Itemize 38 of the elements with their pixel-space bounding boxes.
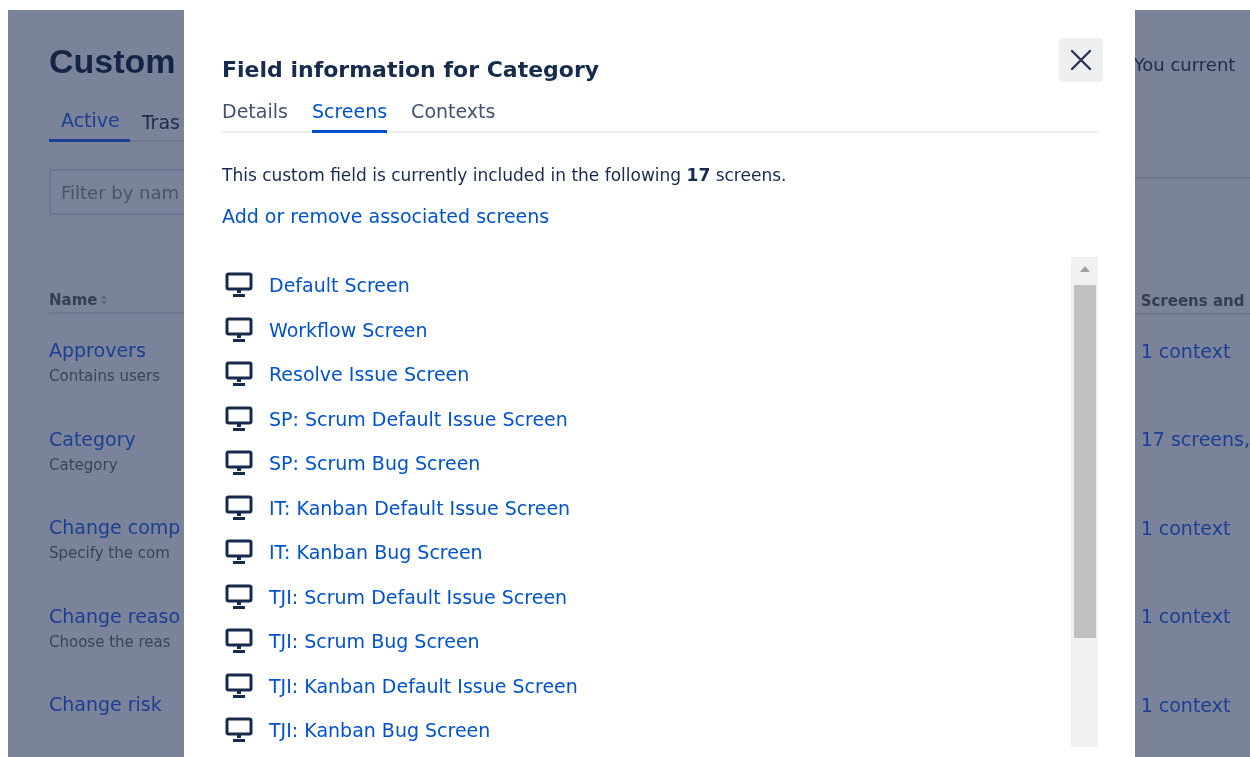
monitor-icon — [224, 361, 254, 388]
field-description: Category — [49, 455, 119, 474]
monitor-icon — [224, 316, 254, 343]
screen-link[interactable]: TJI: Scrum Bug Screen — [269, 630, 480, 653]
dialog-tab[interactable]: Contexts — [411, 100, 496, 133]
monitor-icon — [224, 494, 254, 521]
screen-link[interactable]: TJI: Kanban Default Issue Screen — [269, 674, 578, 697]
screen-link[interactable]: IT: Kanban Bug Screen — [269, 541, 483, 564]
monitor-icon — [224, 450, 254, 477]
screen-link[interactable]: Workflow Screen — [269, 318, 428, 341]
page-title: Custom — [49, 42, 177, 81]
screen-link[interactable]: TJI: Kanban Bug Screen — [269, 719, 491, 742]
screen-link[interactable]: SP: Scrum Default Issue Screen — [269, 407, 568, 430]
screen-link[interactable]: SP: Scrum Bug Screen — [269, 452, 481, 475]
monitor-icon — [224, 717, 254, 744]
dialog-tab[interactable]: Screens — [311, 100, 388, 133]
screen-link[interactable]: Resolve Issue Screen — [269, 363, 470, 386]
monitor-icon — [224, 272, 254, 299]
sort-icon[interactable] — [100, 294, 109, 307]
monitor-icon — [224, 539, 254, 566]
close-button[interactable] — [1059, 38, 1103, 82]
scrollbar[interactable] — [1071, 257, 1098, 747]
field-description: Specify the com — [49, 544, 171, 563]
dialog-title: Field information for Category — [222, 56, 600, 82]
field-description: Choose the reas — [49, 632, 172, 651]
monitor-icon — [224, 583, 254, 610]
screen-link[interactable]: Default Screen — [269, 274, 410, 297]
screen-link[interactable]: TJI: Scrum Default Issue Screen — [269, 585, 568, 608]
monitor-icon — [224, 628, 254, 655]
dialog-tab[interactable]: Details — [222, 100, 288, 133]
page-tab[interactable]: Tras — [129, 109, 190, 142]
screen-link[interactable]: IT: Kanban Default Issue Screen — [269, 496, 571, 519]
monitor-icon — [224, 405, 254, 432]
scroll-up-icon[interactable] — [1078, 265, 1091, 273]
close-icon — [1070, 49, 1092, 71]
monitor-icon — [224, 672, 254, 699]
field-description: Contains users — [49, 367, 162, 386]
notice-text: You current — [1133, 54, 1237, 75]
